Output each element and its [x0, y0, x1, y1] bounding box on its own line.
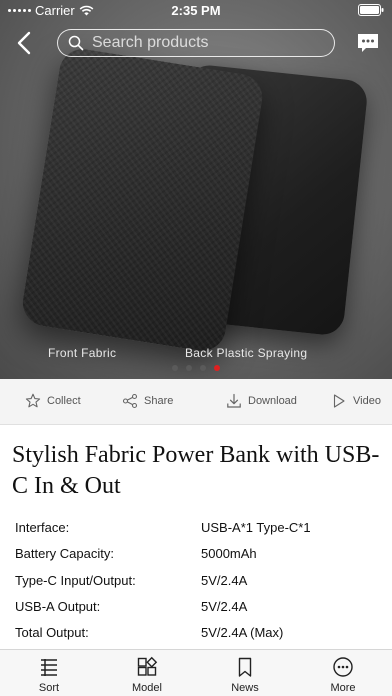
- spec-label: USB-A Output:: [15, 598, 101, 614]
- chat-icon[interactable]: [357, 33, 379, 53]
- share-button[interactable]: Share: [122, 393, 173, 409]
- tab-news[interactable]: News: [215, 656, 275, 694]
- clock: 2:35 PM: [171, 3, 221, 18]
- battery-icon: [358, 4, 384, 19]
- download-label: Download: [248, 395, 297, 407]
- grid-icon: [137, 656, 158, 676]
- spec-row: USB-A Output: 5V/2.4A: [15, 599, 385, 625]
- page-dot-active[interactable]: [214, 365, 220, 371]
- share-label: Share: [144, 395, 174, 407]
- search-input[interactable]: [92, 34, 312, 52]
- page-indicator: [172, 365, 220, 371]
- spec-row: Total Output: 5V/2.4A (Max): [15, 625, 385, 651]
- spec-value: 5V/2.4A: [201, 572, 248, 588]
- bookmark-icon: [238, 657, 252, 677]
- product-image-carousel[interactable]: Carrier 2:35 PM Fr: [0, 0, 392, 379]
- share-icon: [122, 393, 138, 409]
- collect-button[interactable]: Collect: [25, 393, 81, 409]
- spec-value: 5V/2.4A: [201, 598, 248, 614]
- caption-front: Front Fabric: [48, 346, 117, 360]
- page-dot[interactable]: [200, 365, 206, 371]
- video-button[interactable]: Video: [331, 393, 381, 409]
- spec-list: Interface: USB-A*1 Type-C*1 Battery Capa…: [15, 520, 385, 651]
- page-dot[interactable]: [186, 365, 192, 371]
- spec-row: Type-C Input/Output: 5V/2.4A: [15, 573, 385, 599]
- download-button[interactable]: Download: [226, 393, 297, 409]
- action-bar: Collect Share Download Video: [0, 379, 392, 425]
- back-chevron-icon[interactable]: [12, 30, 38, 56]
- status-bar: Carrier 2:35 PM: [0, 0, 392, 20]
- tab-more-label: More: [330, 682, 356, 694]
- page-dot[interactable]: [172, 365, 178, 371]
- tab-sort[interactable]: Sort: [19, 656, 79, 694]
- caption-back: Back Plastic Spraying: [185, 346, 308, 360]
- spec-label: Interface:: [15, 520, 70, 535]
- tab-more[interactable]: More: [313, 656, 373, 694]
- video-label: Video: [353, 395, 381, 407]
- spec-value: 5000mAh: [201, 546, 257, 562]
- play-icon: [333, 394, 345, 408]
- spec-label: Type-C Input/Output:: [15, 572, 136, 588]
- tab-news-label: News: [231, 682, 259, 694]
- spec-value: 5V/2.4A (Max): [201, 625, 284, 641]
- spec-label: Total Output:: [15, 625, 89, 641]
- bottom-tab-bar: Sort Model News More: [0, 649, 392, 696]
- tab-model-label: Model: [132, 682, 162, 694]
- spec-value: USB-A*1 Type-C*1: [201, 520, 311, 535]
- power-bank-front-image: [19, 45, 266, 355]
- tab-model[interactable]: Model: [117, 656, 177, 694]
- search-icon: [68, 35, 84, 51]
- spec-row: Interface: USB-A*1 Type-C*1: [15, 520, 385, 546]
- list-icon: [41, 659, 57, 676]
- spec-label: Battery Capacity:: [15, 546, 114, 562]
- download-icon: [227, 393, 241, 408]
- spec-row: Battery Capacity: 5000mAh: [15, 546, 385, 572]
- product-title: Stylish Fabric Power Bank with USB-C In …: [12, 442, 380, 499]
- collect-label: Collect: [47, 395, 81, 407]
- more-icon: [333, 657, 353, 677]
- search-bar[interactable]: [57, 29, 335, 57]
- tab-sort-label: Sort: [38, 682, 60, 694]
- star-icon: [25, 393, 41, 408]
